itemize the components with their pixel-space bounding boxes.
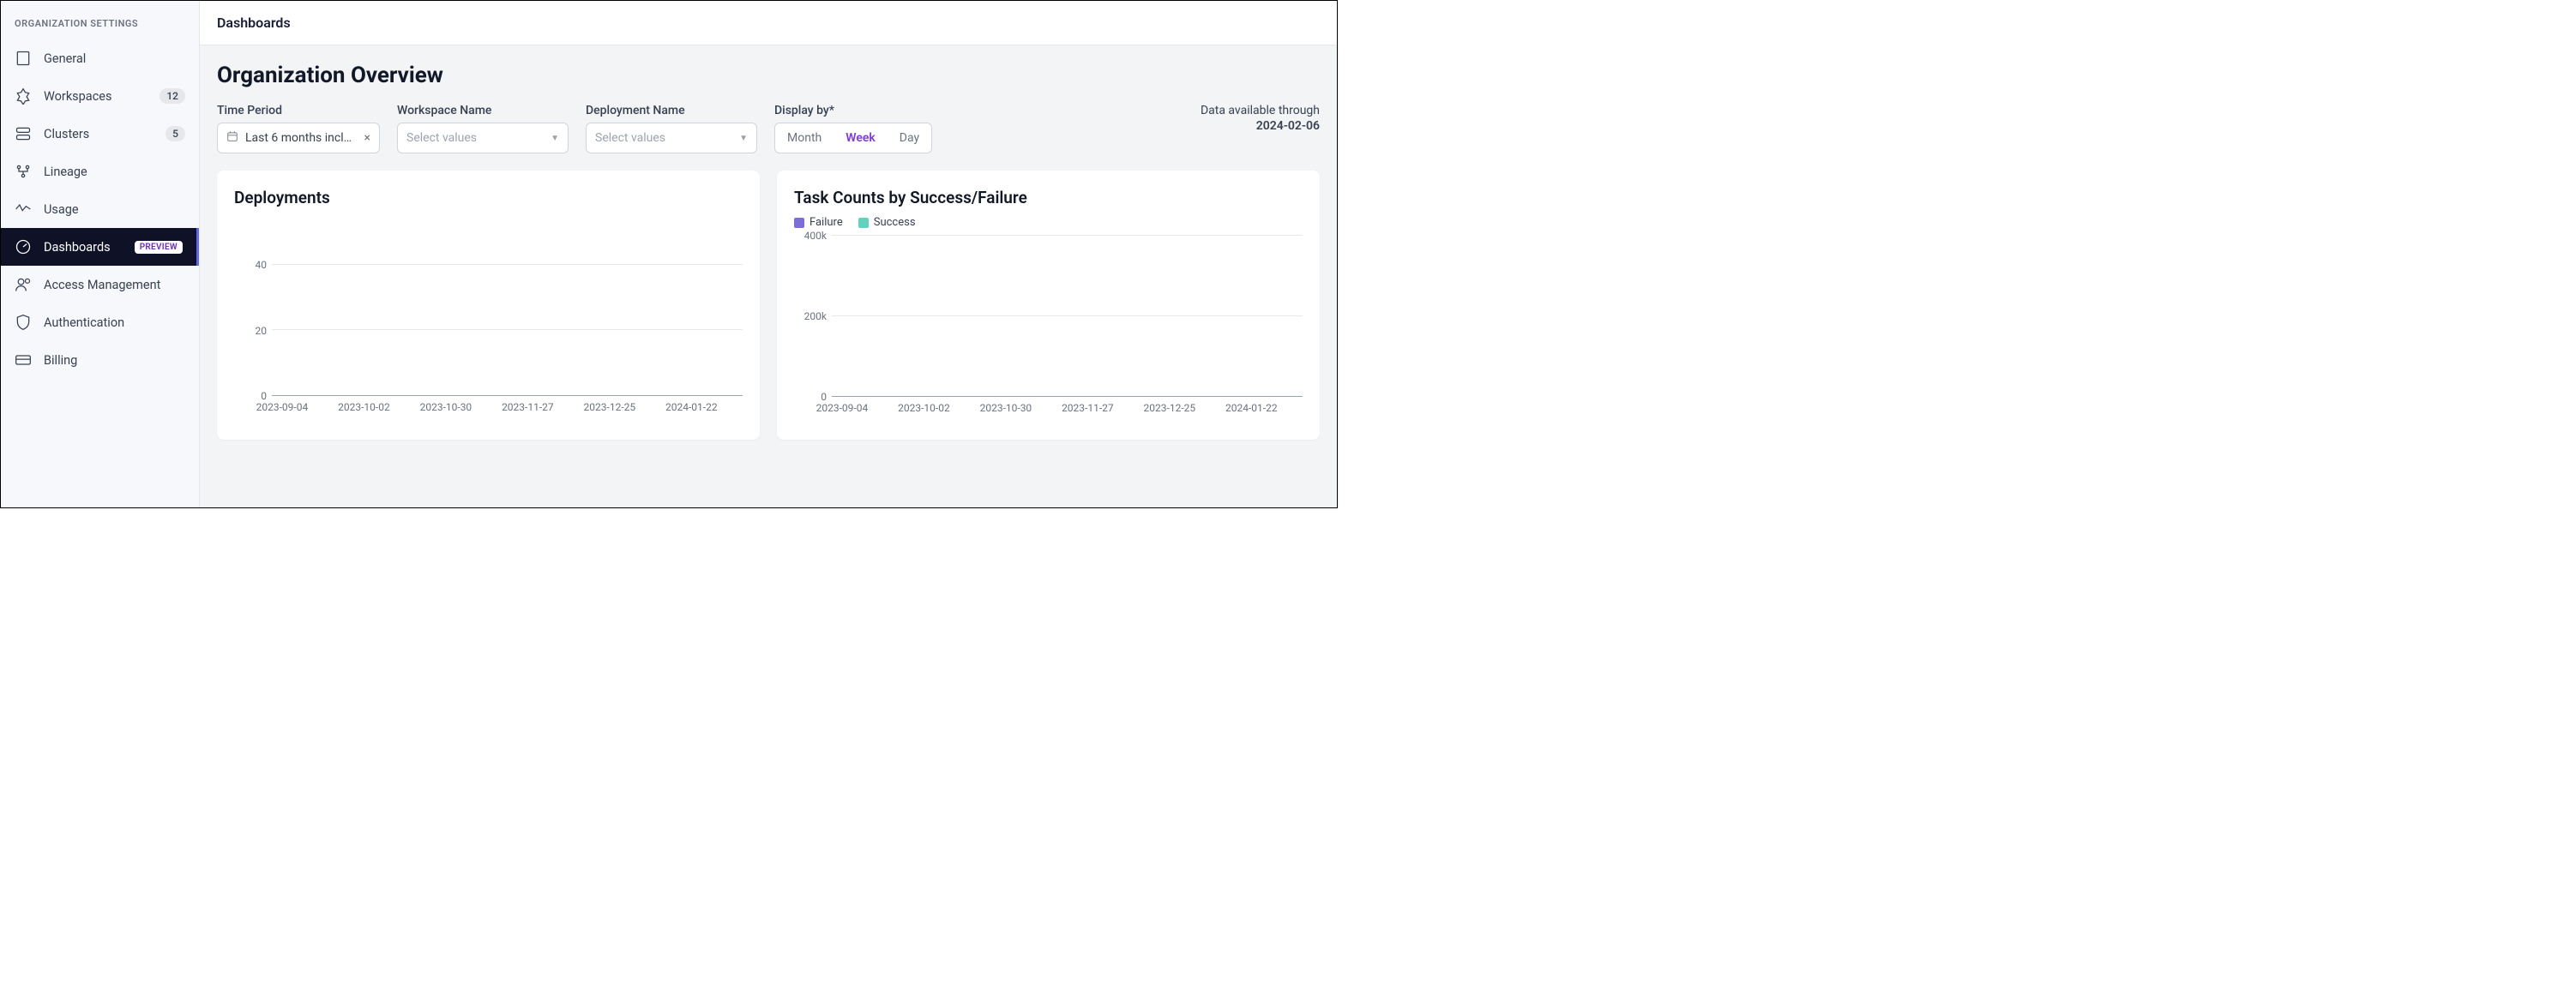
sidebar: ORGANIZATION SETTINGS General Workspaces 1…	[1, 1, 200, 507]
clusters-icon	[15, 125, 32, 142]
workspaces-icon	[15, 87, 32, 105]
count-badge: 5	[166, 126, 185, 141]
sidebar-item-label: Clusters	[44, 127, 153, 141]
legend-item: Failure	[794, 216, 843, 229]
chart-deployments: Deployments 020402023-09-042023-10-02202…	[217, 171, 760, 440]
sidebar-item-label: Billing	[44, 353, 185, 368]
charts-row: Deployments 020402023-09-042023-10-02202…	[217, 171, 1320, 440]
chart-task-counts-plot: 0200k400k2023-09-042023-10-022023-10-302…	[794, 236, 1303, 423]
sidebar-item-label: Access Management	[44, 278, 185, 292]
chart-legend: Failure Success	[794, 216, 1303, 229]
page-title: Dashboards	[200, 1, 1337, 45]
sidebar-item-workspaces[interactable]: Workspaces 12	[1, 77, 199, 115]
data-available-through: Data available through 2024-02-06	[1201, 104, 1320, 133]
chevron-down-icon: ▼	[739, 134, 748, 143]
sidebar-item-label: Dashboards	[44, 240, 123, 255]
sidebar-item-access-management[interactable]: Access Management	[1, 266, 199, 303]
access-management-icon	[15, 276, 32, 293]
dashboards-icon	[15, 238, 32, 255]
sidebar-item-billing[interactable]: Billing	[1, 341, 199, 379]
sidebar-item-label: General	[44, 51, 185, 66]
segment-week[interactable]: Week	[834, 123, 888, 153]
overview-title: Organization Overview	[217, 63, 1320, 88]
calendar-icon	[226, 130, 238, 146]
segment-month[interactable]: Month	[775, 123, 834, 153]
sidebar-item-lineage[interactable]: Lineage	[1, 153, 199, 190]
sidebar-item-clusters[interactable]: Clusters 5	[1, 115, 199, 153]
lineage-icon	[15, 163, 32, 180]
sidebar-item-usage[interactable]: Usage	[1, 190, 199, 228]
sidebar-item-label: Authentication	[44, 315, 185, 330]
sidebar-item-authentication[interactable]: Authentication	[1, 303, 199, 341]
workspace-select[interactable]: Select values ▼	[397, 123, 569, 153]
main: Dashboards Organization Overview Time Pe…	[200, 1, 1337, 507]
count-badge: 12	[159, 88, 185, 104]
sidebar-item-dashboards[interactable]: Dashboards PREVIEW	[1, 228, 199, 266]
authentication-icon	[15, 314, 32, 331]
general-icon	[15, 50, 32, 67]
billing-icon	[15, 351, 32, 369]
chart-task-counts: Task Counts by Success/Failure FailureSu…	[777, 171, 1320, 440]
sidebar-item-general[interactable]: General	[1, 39, 199, 77]
content: Organization Overview Time Period Last 6…	[200, 45, 1337, 507]
filter-workspace: Workspace Name Select values ▼	[397, 104, 569, 153]
chevron-down-icon: ▼	[551, 134, 559, 143]
usage-icon	[15, 201, 32, 218]
sidebar-item-label: Usage	[44, 202, 185, 217]
filter-deployment: Deployment Name Select values ▼	[586, 104, 757, 153]
chart-deployments-plot: 020402023-09-042023-10-022023-10-302023-…	[234, 216, 743, 422]
sidebar-item-label: Workspaces	[44, 89, 147, 104]
time-period-select[interactable]: Last 6 months incl… ×	[217, 123, 380, 153]
close-icon[interactable]: ×	[364, 131, 370, 145]
filter-time-period: Time Period Last 6 months incl… ×	[217, 104, 380, 153]
legend-item: Success	[858, 216, 916, 229]
preview-badge: PREVIEW	[135, 241, 183, 254]
segment-day[interactable]: Day	[888, 123, 931, 153]
deployment-select[interactable]: Select values ▼	[586, 123, 757, 153]
sidebar-item-label: Lineage	[44, 165, 185, 179]
filters-row: Time Period Last 6 months incl… × Worksp…	[217, 104, 1320, 153]
filter-display-by: Display by* MonthWeekDay	[774, 104, 932, 153]
sidebar-header: ORGANIZATION SETTINGS	[1, 11, 199, 39]
display-by-segmented[interactable]: MonthWeekDay	[774, 123, 932, 153]
